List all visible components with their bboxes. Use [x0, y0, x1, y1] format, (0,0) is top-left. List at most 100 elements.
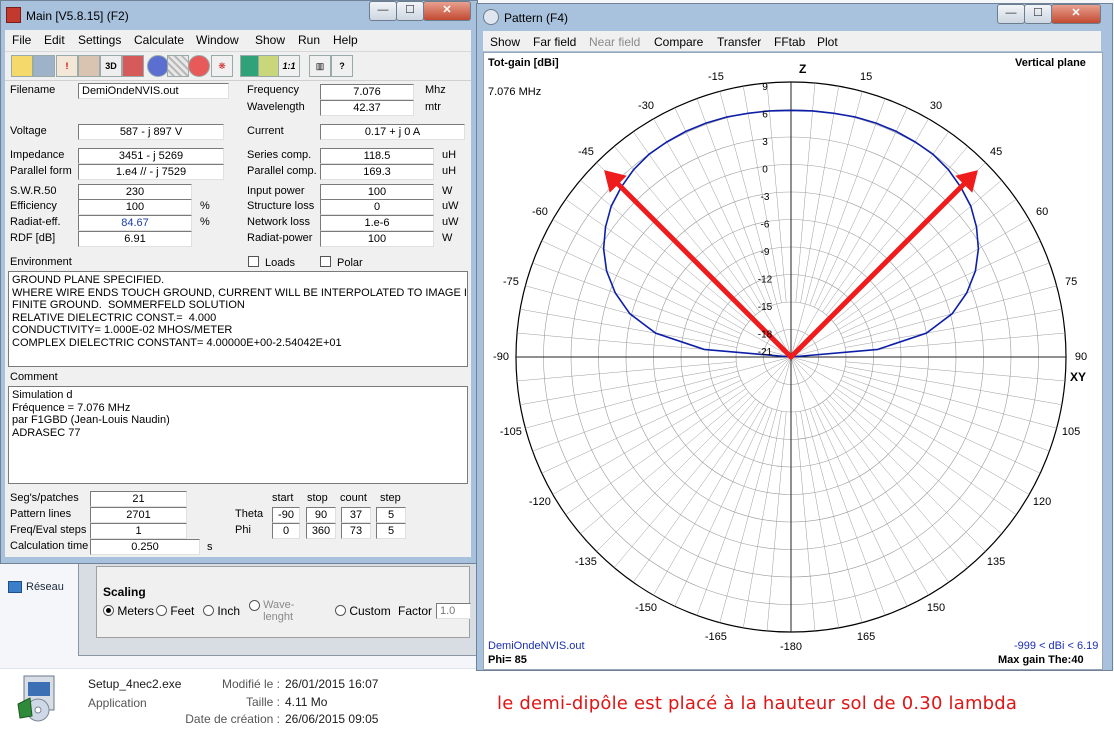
- pattern-menu-far-field[interactable]: Far field: [533, 35, 576, 49]
- pattern-menu-plot[interactable]: Plot: [817, 35, 838, 49]
- pattern-file-label: DemiOndeNVIS.out: [488, 640, 585, 652]
- scale-1-1-icon[interactable]: 1:1: [278, 55, 300, 77]
- main-menu-bar: File Edit Settings Calculate Window Show…: [5, 30, 471, 50]
- menu-edit[interactable]: Edit: [44, 33, 65, 47]
- phi-stop[interactable]: 360: [306, 523, 336, 539]
- pattern-minimize-button[interactable]: —: [997, 4, 1025, 24]
- pattern-maximize-button[interactable]: ☐: [1024, 4, 1052, 24]
- network-loss-field[interactable]: 1.e-6: [320, 215, 434, 231]
- phi-start[interactable]: 0: [272, 523, 300, 539]
- phi-step[interactable]: 5: [376, 523, 406, 539]
- pattern-menu-show[interactable]: Show: [490, 35, 520, 49]
- pattern-menu-transfer[interactable]: Transfer: [717, 35, 761, 49]
- polar-check-box[interactable]: [320, 256, 331, 267]
- 3d-geometry-icon[interactable]: [78, 55, 100, 77]
- open-icon[interactable]: [11, 55, 33, 77]
- menu-settings[interactable]: Settings: [78, 33, 121, 47]
- custom-option[interactable]: Custom: [335, 604, 391, 618]
- meters-option[interactable]: Meters: [103, 604, 154, 618]
- pattern-menu-near-field[interactable]: Near field: [589, 35, 640, 49]
- inch-radio[interactable]: [203, 605, 214, 616]
- radiat-power-field[interactable]: 100: [320, 231, 434, 247]
- current-field[interactable]: 0.17 + j 0 A: [320, 124, 465, 140]
- menu-calculate[interactable]: Calculate: [134, 33, 184, 47]
- 3d-view-icon[interactable]: 3D: [100, 55, 122, 77]
- theta-stop[interactable]: 90: [306, 507, 336, 523]
- angle-label: -45: [578, 146, 594, 158]
- theta-start[interactable]: -90: [272, 507, 300, 523]
- ring-label: -21: [758, 347, 773, 358]
- close-button[interactable]: ✕: [423, 1, 471, 21]
- radial-line: [580, 180, 750, 322]
- comment-text[interactable]: Simulation d Fréquence = 7.076 MHz par F…: [8, 386, 468, 484]
- feet-option[interactable]: Feet: [156, 604, 194, 618]
- environment-text[interactable]: GROUND PLANE SPECIFIED. WHERE WIRE ENDS …: [8, 271, 468, 367]
- phi-count[interactable]: 73: [341, 523, 371, 539]
- radial-line: [565, 199, 747, 326]
- freq-steps-label: Freq/Eval steps: [10, 524, 87, 536]
- radial-line: [743, 411, 782, 628]
- voltage-field[interactable]: 587 - j 897 V: [78, 124, 224, 140]
- edit-pen-icon[interactable]: [122, 55, 144, 77]
- polar-checkbox[interactable]: Polar: [320, 256, 363, 269]
- pattern-icon[interactable]: [188, 55, 210, 77]
- pattern-lines-field[interactable]: 2701: [90, 507, 187, 523]
- input-power-field[interactable]: 100: [320, 184, 434, 200]
- wavelength-option[interactable]: Wave- lenght: [249, 599, 294, 623]
- efficiency-field[interactable]: 100: [78, 199, 192, 215]
- parallel-comp-label: Parallel comp.: [247, 165, 317, 177]
- pattern-menu-bar: Show Far field Near field Compare Transf…: [483, 31, 1101, 51]
- theta-step[interactable]: 5: [376, 507, 406, 523]
- meters-radio[interactable]: [103, 605, 114, 616]
- factor-input[interactable]: 1.0: [436, 603, 471, 619]
- frequency-field[interactable]: 7.076: [320, 84, 414, 100]
- wavelength-radio[interactable]: [249, 600, 260, 611]
- series-comp-unit: uH: [442, 149, 457, 161]
- impedance-field[interactable]: 3451 - j 5269: [78, 148, 224, 164]
- parallel-form-field[interactable]: 1.e4 // - j 7529: [78, 164, 224, 180]
- wavelength-field[interactable]: 42.37: [320, 100, 414, 116]
- menu-help[interactable]: Help: [333, 33, 358, 47]
- book-icon[interactable]: ▥: [309, 55, 331, 77]
- edit-icon[interactable]: !: [56, 55, 78, 77]
- loads-check-box[interactable]: [248, 256, 259, 267]
- feet-radio[interactable]: [156, 605, 167, 616]
- ring-label: -18: [758, 330, 773, 341]
- pattern-close-button[interactable]: ✕: [1051, 4, 1101, 24]
- network-item[interactable]: Réseau: [8, 581, 64, 594]
- pattern-menu-compare[interactable]: Compare: [654, 35, 703, 49]
- radial-line: [520, 366, 737, 405]
- voltage-label: Voltage: [10, 125, 47, 137]
- theta-count[interactable]: 37: [341, 507, 371, 523]
- swr-field[interactable]: 230: [78, 184, 192, 200]
- custom-radio[interactable]: [335, 605, 346, 616]
- minimize-button[interactable]: —: [369, 1, 397, 21]
- save-icon[interactable]: [33, 55, 55, 77]
- help-icon[interactable]: ?: [331, 55, 353, 77]
- parallel-comp-unit: uH: [442, 165, 457, 177]
- calculator-icon[interactable]: [147, 55, 169, 77]
- pattern-menu-fftab[interactable]: FFtab: [774, 35, 805, 49]
- optimizer-icon[interactable]: ❋: [211, 55, 233, 77]
- calc-time-field[interactable]: 0.250: [90, 539, 200, 555]
- structure-loss-field[interactable]: 0: [320, 199, 434, 215]
- filename-field[interactable]: DemiOndeNVIS.out: [78, 83, 229, 99]
- menu-show[interactable]: Show: [255, 33, 285, 47]
- inch-option[interactable]: Inch: [203, 604, 240, 618]
- grid-icon[interactable]: [167, 55, 189, 77]
- series-comp-field[interactable]: 118.5: [320, 148, 434, 164]
- col-stop: stop: [307, 492, 328, 504]
- menu-window[interactable]: Window: [196, 33, 239, 47]
- smith-icon[interactable]: [258, 55, 280, 77]
- menu-run[interactable]: Run: [298, 33, 320, 47]
- menu-file[interactable]: File: [12, 33, 31, 47]
- rdf-field[interactable]: 6.91: [78, 231, 192, 247]
- maximize-button[interactable]: ☐: [396, 1, 424, 21]
- radiat-eff-field[interactable]: 84.67: [78, 215, 192, 231]
- loads-checkbox[interactable]: Loads: [248, 256, 295, 269]
- freq-steps-field[interactable]: 1: [90, 523, 187, 539]
- series-comp-label: Series comp.: [247, 149, 312, 161]
- parallel-comp-field[interactable]: 169.3: [320, 164, 434, 180]
- file-type: Application: [88, 696, 147, 710]
- segs-field[interactable]: 21: [90, 491, 187, 507]
